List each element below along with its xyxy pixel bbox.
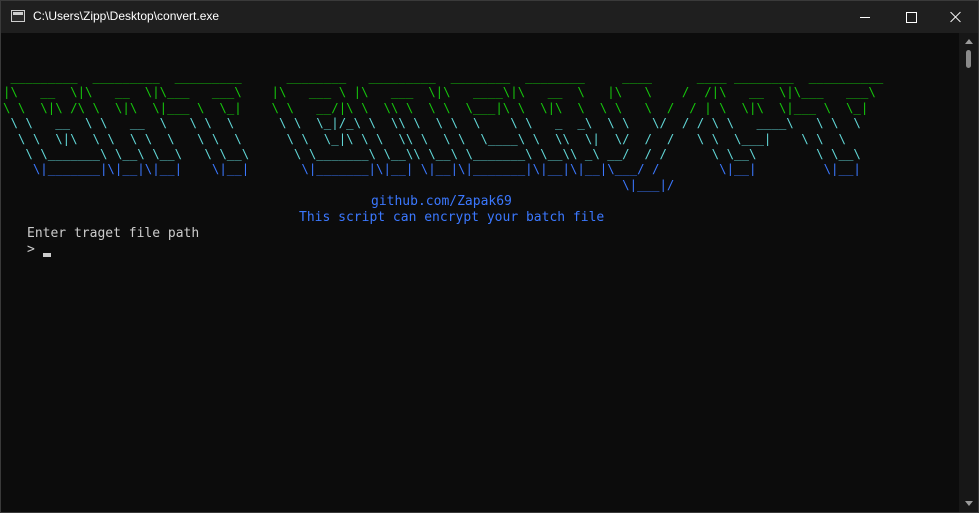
banner-line: \ \_______\ \__\ \__\ \ \__\ \ \_______\… xyxy=(3,146,861,162)
text-cursor[interactable] xyxy=(43,253,51,257)
close-button[interactable] xyxy=(933,1,979,33)
window-title: C:\Users\Zipp\Desktop\convert.exe xyxy=(33,9,220,23)
banner-line: _________ _________ _________ ________ _… xyxy=(3,69,884,84)
console-window: C:\Users\Zipp\Desktop\convert.exe ______… xyxy=(0,0,979,513)
banner-line: \|___|/ xyxy=(3,176,675,192)
scroll-down-arrow-icon[interactable] xyxy=(965,501,973,506)
maximize-icon xyxy=(905,11,917,23)
minimize-button[interactable] xyxy=(842,1,888,33)
banner-line: \ \ \|\ \ \ \ \ \ \ \ \ \ \ \_|\ \ \ \\ … xyxy=(3,130,846,146)
script-description: This script can encrypt your batch file xyxy=(299,210,605,225)
ascii-banner: _________ _________ _________ ________ _… xyxy=(3,69,883,192)
console-output[interactable]: _________ _________ _________ ________ _… xyxy=(1,33,959,512)
close-icon xyxy=(950,11,962,23)
prompt-caret: > xyxy=(27,242,35,257)
console-app-icon[interactable] xyxy=(11,10,25,22)
scroll-thumb[interactable] xyxy=(966,50,971,68)
vertical-scrollbar[interactable] xyxy=(959,33,978,512)
scroll-up-arrow-icon[interactable] xyxy=(965,39,973,44)
banner-line: \|_______|\|__|\|__| \|__| \|_______|\|_… xyxy=(3,161,861,177)
prompt-label: Enter traget file path xyxy=(27,226,200,241)
banner-line: |\ __ \|\ __ \|\___ ___\ |\ ___ \ |\ ___… xyxy=(3,84,876,100)
title-bar[interactable]: C:\Users\Zipp\Desktop\convert.exe xyxy=(1,1,978,33)
banner-line: \ \ __ \ \ __ \ \ \ \ \ \ \_|/_\ \ \\ \ … xyxy=(3,115,861,131)
minimize-icon xyxy=(860,16,870,18)
maximize-button[interactable] xyxy=(888,1,934,33)
github-link: github.com/Zapak69 xyxy=(371,194,512,209)
banner-line: \ \ \|\ /\ \ \|\ \|___ \ \_| \ \ __/|\ \… xyxy=(3,99,869,115)
